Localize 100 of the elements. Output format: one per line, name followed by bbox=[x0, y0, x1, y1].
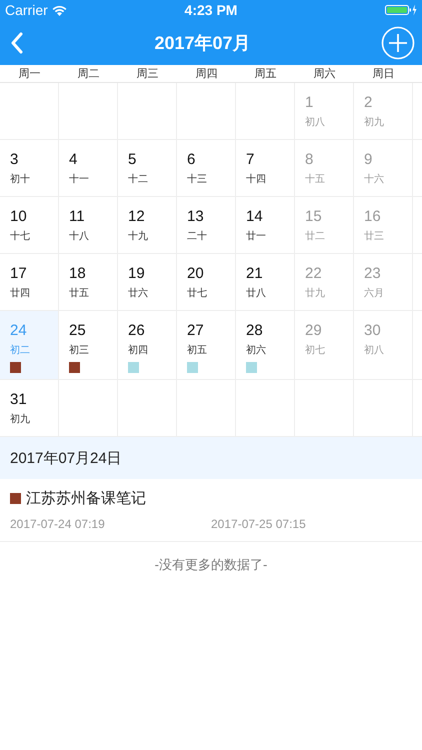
lunar-date: 十六 bbox=[364, 174, 384, 185]
day-number: 5 bbox=[128, 152, 136, 168]
day-number: 16 bbox=[364, 209, 381, 225]
day-number: 22 bbox=[305, 266, 322, 282]
day-cell[interactable]: 6 十三 bbox=[177, 140, 236, 196]
event-item[interactable]: 江苏苏州备课笔记 2017-07-24 07:19 2017-07-25 07:15 bbox=[0, 479, 422, 542]
day-number: 7 bbox=[246, 152, 254, 168]
day-number: 4 bbox=[69, 152, 78, 168]
lunar-date: 十一 bbox=[69, 174, 89, 185]
weekday-label: 周六 bbox=[314, 66, 336, 81]
day-number: 12 bbox=[128, 209, 145, 225]
lunar-date: 十五 bbox=[305, 174, 325, 185]
battery-charging-icon bbox=[385, 4, 417, 16]
lunar-date: 十三 bbox=[187, 174, 207, 185]
lunar-date: 六月 bbox=[364, 288, 384, 299]
lunar-date: 初八 bbox=[305, 117, 325, 128]
day-cell[interactable]: 25 初三 bbox=[59, 311, 118, 379]
day-number: 21 bbox=[246, 266, 263, 282]
day-cell[interactable]: 21 廿八 bbox=[236, 254, 295, 310]
day-cell[interactable]: 11 十八 bbox=[59, 197, 118, 253]
lunar-date: 初四 bbox=[128, 345, 148, 356]
lunar-date: 二十 bbox=[187, 231, 207, 242]
day-cell[interactable]: 17 廿四 bbox=[0, 254, 59, 310]
event-title: 江苏苏州备课笔记 bbox=[26, 489, 146, 508]
day-number: 30 bbox=[364, 323, 381, 339]
day-number: 3 bbox=[10, 152, 18, 168]
clock-time: 4:23 PM bbox=[184, 2, 238, 18]
weekday-label: 周四 bbox=[196, 67, 218, 81]
lunar-date: 十七 bbox=[10, 231, 30, 242]
day-cell[interactable]: 31 初九 bbox=[0, 380, 59, 436]
day-number: 2 bbox=[364, 95, 372, 111]
day-number: 13 bbox=[187, 209, 204, 225]
day-cell[interactable]: 14 廿一 bbox=[236, 197, 295, 253]
end-time: 2017-07-25 07:15 bbox=[211, 517, 307, 531]
carrier-label: Carrier bbox=[5, 2, 48, 18]
weekday-label: 周日 bbox=[372, 67, 394, 81]
day-number: 18 bbox=[69, 266, 86, 282]
day-number: 14 bbox=[246, 209, 263, 225]
day-number: 20 bbox=[187, 266, 204, 282]
day-cell[interactable]: 3 初十 bbox=[0, 140, 59, 196]
day-cell[interactable]: 12 十九 bbox=[118, 197, 177, 253]
day-number: 28 bbox=[246, 323, 263, 339]
day-number: 17 bbox=[10, 266, 27, 282]
day-cell[interactable]: 19 廿六 bbox=[118, 254, 177, 310]
lunar-date: 初七 bbox=[305, 345, 325, 356]
day-number: 23 bbox=[364, 266, 381, 282]
lunar-date: 廿四 bbox=[10, 288, 30, 299]
lunar-date: 初六 bbox=[246, 345, 266, 356]
day-number: 26 bbox=[128, 323, 145, 339]
day-number: 1 bbox=[305, 95, 314, 111]
start-time: 2017-07-24 07:19 bbox=[10, 517, 106, 531]
day-cell[interactable]: 4 十一 bbox=[59, 140, 118, 196]
day-number: 24 bbox=[10, 323, 27, 339]
month-title: 2017年07月 bbox=[154, 32, 251, 54]
weekday-label: 周三 bbox=[136, 67, 158, 81]
day-cell[interactable]: 27 初五 bbox=[177, 311, 236, 379]
lunar-date: 廿一 bbox=[246, 231, 266, 242]
day-cell[interactable]: 20 廿七 bbox=[177, 254, 236, 310]
day-cell[interactable]: 13 二十 bbox=[177, 197, 236, 253]
lunar-date: 十九 bbox=[128, 231, 148, 242]
day-number: 25 bbox=[69, 323, 86, 339]
lunar-date: 廿八 bbox=[246, 288, 266, 299]
day-cell[interactable]: 18 廿五 bbox=[59, 254, 118, 310]
day-cell[interactable]: 7 十四 bbox=[236, 140, 295, 196]
lunar-date: 十二 bbox=[128, 174, 148, 185]
day-number: 15 bbox=[305, 209, 322, 225]
day-cell[interactable]: 28 初六 bbox=[236, 311, 295, 379]
add-button[interactable] bbox=[380, 26, 415, 60]
lunar-date: 初二 bbox=[10, 345, 30, 356]
lunar-date: 初九 bbox=[10, 414, 30, 425]
day-cell[interactable]: 10 十七 bbox=[0, 197, 59, 253]
lunar-date: 廿六 bbox=[128, 288, 148, 299]
day-number: 29 bbox=[305, 323, 322, 339]
lunar-date: 十八 bbox=[69, 231, 89, 242]
wifi-icon bbox=[52, 4, 67, 16]
lunar-date: 初十 bbox=[10, 174, 30, 185]
selected-date-heading: 2017年07月24日 bbox=[10, 448, 122, 468]
day-number: 27 bbox=[187, 323, 204, 339]
day-number: 10 bbox=[10, 209, 27, 225]
lunar-date: 十四 bbox=[246, 174, 266, 185]
lunar-date: 初八 bbox=[364, 345, 384, 356]
no-more-data-label: -没有更多的数据了- bbox=[154, 557, 268, 572]
day-number: 11 bbox=[69, 209, 85, 225]
day-cell[interactable]: 5 十二 bbox=[118, 140, 177, 196]
lunar-date: 初九 bbox=[364, 117, 384, 128]
weekday-label: 周五 bbox=[254, 67, 276, 81]
day-cell[interactable]: 26 初四 bbox=[118, 311, 177, 379]
lunar-date: 廿二 bbox=[305, 231, 325, 242]
day-number: 19 bbox=[128, 266, 145, 282]
weekday-label: 周一 bbox=[18, 67, 40, 81]
day-number: 8 bbox=[305, 152, 314, 168]
lunar-date: 初三 bbox=[69, 345, 89, 356]
back-button[interactable] bbox=[10, 32, 24, 54]
lunar-date: 廿三 bbox=[364, 231, 384, 242]
day-number: 9 bbox=[364, 152, 372, 168]
day-number: 31 bbox=[10, 392, 27, 408]
lunar-date: 初五 bbox=[187, 345, 207, 356]
lunar-date: 廿九 bbox=[305, 288, 325, 299]
lunar-date: 廿五 bbox=[69, 288, 89, 299]
lunar-date: 廿七 bbox=[187, 288, 207, 299]
